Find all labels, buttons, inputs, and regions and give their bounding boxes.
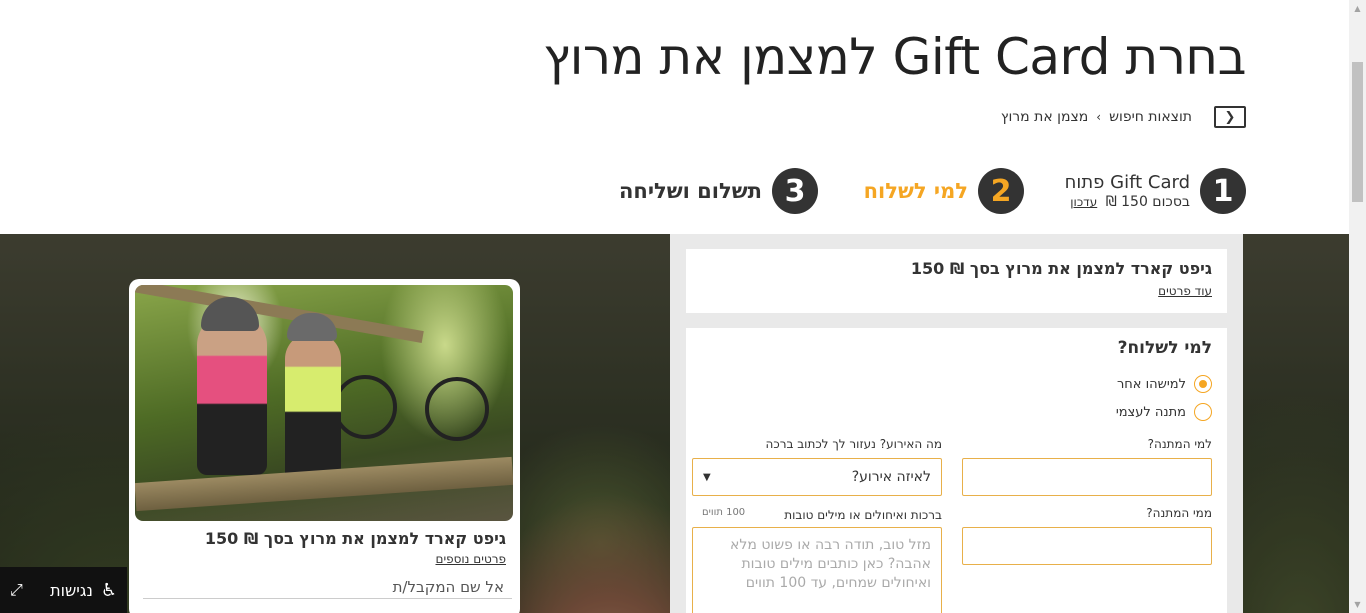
- order-summary: גיפט קארד למצמן את מרוץ בסך ₪ 150 עוד פר…: [686, 249, 1227, 313]
- breadcrumb-item-current: מצמן את מרוץ: [1000, 109, 1089, 125]
- event-select-value: לאיזה אירוע?: [851, 469, 931, 485]
- summary-title: גיפט קארד למצמן את מרוץ בסך ₪ 150: [910, 259, 1212, 278]
- greeting-label: ברכות ואיחולים או מילים טובות: [784, 508, 942, 522]
- product-image: [135, 285, 513, 521]
- product-card-title: גיפט קארד למצמן את מרוץ בסך ₪ 150: [204, 529, 506, 548]
- step-2: 2 למי לשלוח: [864, 168, 1024, 214]
- more-details-link[interactable]: פרטים נוספים: [135, 552, 514, 566]
- image-detail: [425, 377, 489, 441]
- scroll-down-arrow-icon[interactable]: ▼: [1349, 596, 1366, 613]
- breadcrumb-item-search-results[interactable]: תוצאות חיפוש: [1109, 109, 1192, 125]
- image-detail: [285, 333, 341, 483]
- from-input[interactable]: [962, 527, 1212, 565]
- recipient-form: למי לשלוח? למישהו אחר מתנה לעצמי למי המת…: [686, 328, 1227, 613]
- step-1: 1 Gift Card פתוח בסכום 150 ₪ עדכון: [1065, 168, 1246, 214]
- image-detail: [333, 375, 397, 439]
- page-scrollbar[interactable]: ▲ ▼: [1349, 0, 1366, 613]
- form-panel: גיפט קארד למצמן את מרוץ בסך ₪ 150 עוד פר…: [670, 234, 1243, 613]
- radio-label: מתנה לעצמי: [1115, 404, 1186, 420]
- to-input[interactable]: [962, 458, 1212, 496]
- product-card: גיפט קארד למצמן את מרוץ בסך ₪ 150 פרטים …: [129, 279, 520, 613]
- scroll-up-arrow-icon[interactable]: ▲: [1349, 0, 1366, 17]
- radio-unselected-icon: [1194, 403, 1212, 421]
- caret-down-icon: ▼: [703, 471, 711, 483]
- step-3: 3 תשלום ושליחה: [619, 168, 818, 214]
- radio-someone-else[interactable]: למישהו אחר: [1117, 375, 1212, 393]
- recipient-name-preview: אל שם המקבל/ת: [143, 578, 512, 599]
- step-1-title: Gift Card פתוח: [1064, 172, 1190, 193]
- expand-icon: ⤢: [10, 580, 23, 599]
- scrollbar-thumb[interactable]: [1352, 62, 1363, 202]
- accessibility-button[interactable]: ♿ נגישות ⤢: [0, 567, 127, 613]
- event-label: מה האירוע? נעזור לך לכתוב ברכה: [765, 437, 942, 451]
- step-2-label: למי לשלוח: [863, 179, 968, 203]
- step-3-number: 3: [772, 168, 818, 214]
- page: בחרת Gift Card למצמן את מרוץ ❮ תוצאות חי…: [0, 0, 1366, 613]
- from-label: ממי המתנה?: [1146, 506, 1212, 520]
- chevron-left-icon: ❮: [1224, 109, 1236, 125]
- radio-label: למישהו אחר: [1116, 376, 1186, 392]
- radio-gift-for-myself[interactable]: מתנה לעצמי: [1116, 403, 1212, 421]
- event-select[interactable]: לאיזה אירוע? ▼: [692, 458, 942, 496]
- wheelchair-icon: ♿: [100, 579, 117, 601]
- checkout-steps: 1 Gift Card פתוח בסכום 150 ₪ עדכון 2 למי…: [616, 168, 1246, 216]
- image-detail: [197, 315, 267, 475]
- radio-selected-icon: [1194, 375, 1212, 393]
- greeting-counter: 100 תווים: [702, 507, 746, 518]
- page-title: בחרת Gift Card למצמן את מרוץ: [543, 28, 1246, 86]
- greeting-textarea[interactable]: מזל טוב, תודה רבה או פשוט מלא אהבה? כאן …: [692, 527, 942, 613]
- step-1-amount: בסכום 150 ₪: [1105, 194, 1190, 210]
- back-button[interactable]: ❮: [1214, 106, 1246, 128]
- breadcrumb-separator: ›: [1096, 110, 1102, 124]
- breadcrumb: ❮ תוצאות חיפוש › מצמן את מרוץ: [1001, 106, 1246, 128]
- update-link[interactable]: עדכון: [1070, 195, 1097, 209]
- summary-more-link[interactable]: עוד פרטים: [701, 284, 1212, 298]
- step-2-number: 2: [978, 168, 1024, 214]
- to-label: למי המתנה?: [1147, 437, 1212, 451]
- step-3-label: תשלום ושליחה: [619, 179, 762, 203]
- image-detail: [135, 285, 424, 343]
- accessibility-label: נגישות: [50, 580, 93, 600]
- form-title: למי לשלוח?: [1117, 338, 1212, 358]
- step-1-number: 1: [1200, 168, 1246, 214]
